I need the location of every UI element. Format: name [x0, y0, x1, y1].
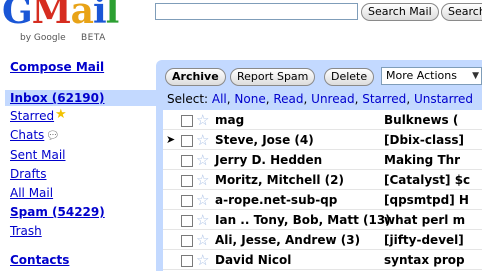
message-checkbox[interactable]	[181, 155, 193, 167]
sidebar-item-trash[interactable]: Trash	[10, 224, 42, 238]
message-row[interactable]: ➤ ☆ Steve, Jose (4) [Dbix-class]	[163, 130, 482, 150]
message-checkbox[interactable]	[181, 135, 193, 147]
star-toggle-icon[interactable]: ☆	[196, 171, 209, 189]
search-input[interactable]	[155, 3, 358, 20]
sidebar-item-starred[interactable]: Starred	[10, 109, 54, 123]
message-list: ☆ mag Bulknews ( ➤ ☆ Steve, Jose (4) [Dbix-cla…	[163, 110, 482, 271]
message-subject: [qpsmtpd] H	[384, 193, 469, 207]
message-subject: syntax prop	[384, 253, 465, 267]
star-toggle-icon[interactable]: ☆	[196, 151, 209, 169]
more-actions-dropdown[interactable]: More Actions ▼	[381, 67, 482, 85]
select-prefix: Select:	[167, 92, 209, 106]
message-subject: [Catalyst] $c	[384, 173, 471, 187]
star-toggle-icon[interactable]: ☆	[196, 131, 209, 149]
sidebar-item-spam[interactable]: Spam (54229)	[10, 205, 105, 219]
message-checkbox[interactable]	[181, 255, 193, 267]
message-sender: Moritz, Mitchell (2)	[215, 173, 344, 187]
logo-wordmark: GMail	[2, 0, 119, 32]
message-row[interactable]: ☆ mag Bulknews (	[163, 110, 482, 130]
select-read-link[interactable]: Read	[273, 92, 303, 106]
message-row[interactable]: ☆ Ali, Jesse, Andrew (3) [jifty-devel]	[163, 230, 482, 250]
current-message-arrow-icon: ➤	[166, 133, 176, 146]
dropdown-arrow-icon: ▼	[472, 71, 479, 81]
select-starred-link[interactable]: Starred	[362, 92, 406, 106]
beta-label: BETA	[81, 33, 106, 43]
message-row[interactable]: ☆ Jerry D. Hedden Making Thr	[163, 150, 482, 170]
star-toggle-icon[interactable]: ☆	[196, 231, 209, 249]
sidebar-item-inbox[interactable]: Inbox (62190)	[10, 91, 104, 105]
sidebar-item-all-mail[interactable]: All Mail	[10, 186, 53, 200]
message-checkbox[interactable]	[181, 215, 193, 227]
logo-byline: by Google	[20, 33, 66, 43]
message-row[interactable]: ☆ Moritz, Mitchell (2) [Catalyst] $c	[163, 170, 482, 190]
chat-bubble-icon: 💬︎	[46, 129, 60, 142]
sidebar-item-chats[interactable]: Chats	[10, 128, 44, 142]
select-all-link[interactable]: All	[212, 92, 227, 106]
message-sender: Jerry D. Hedden	[215, 153, 323, 167]
sidebar-item-sent-mail[interactable]: Sent Mail	[10, 148, 66, 162]
message-subject: what perl m	[384, 213, 466, 227]
compose-mail-link[interactable]: Compose Mail	[10, 60, 104, 74]
message-checkbox[interactable]	[181, 235, 193, 247]
search-web-button[interactable]: Search	[441, 3, 482, 21]
message-sender: mag	[215, 113, 245, 127]
message-sender: Ali, Jesse, Andrew (3)	[215, 233, 361, 247]
star-toggle-icon[interactable]: ☆	[196, 191, 209, 209]
message-subject: Making Thr	[384, 153, 461, 167]
select-unread-link[interactable]: Unread	[311, 92, 354, 106]
message-checkbox[interactable]	[181, 195, 193, 207]
select-none-link[interactable]: None	[234, 92, 265, 106]
report-spam-button[interactable]: Report Spam	[230, 68, 316, 86]
contacts-link[interactable]: Contacts	[10, 253, 69, 267]
message-sender: a-rope.net-sub-qp	[215, 193, 338, 207]
sidebar-item-drafts[interactable]: Drafts	[10, 167, 47, 181]
archive-button[interactable]: Archive	[165, 68, 226, 86]
message-row[interactable]: ☆ David Nicol syntax prop	[163, 250, 482, 270]
message-sender: David Nicol	[215, 253, 292, 267]
select-unstarred-link[interactable]: Unstarred	[414, 92, 473, 106]
more-actions-label: More Actions	[386, 69, 457, 82]
star-toggle-icon[interactable]: ☆	[196, 211, 209, 229]
message-subject: [jifty-devel]	[384, 233, 464, 247]
gold-star-icon: ★	[55, 107, 67, 122]
gmail-logo[interactable]: GMail by Google BETA	[2, 0, 130, 48]
message-sender: Steve, Jose (4)	[215, 133, 314, 147]
star-toggle-icon[interactable]: ☆	[196, 111, 209, 129]
message-row[interactable]: ☆ a-rope.net-sub-qp [qpsmtpd] H	[163, 190, 482, 210]
message-checkbox[interactable]	[181, 115, 193, 127]
message-subject: [Dbix-class]	[384, 133, 464, 147]
message-subject: Bulknews (	[384, 113, 459, 127]
delete-button[interactable]: Delete	[324, 68, 375, 86]
star-toggle-icon[interactable]: ☆	[196, 251, 209, 269]
select-bar: Select: All, None, Read, Unread, Starred…	[167, 92, 474, 106]
message-checkbox[interactable]	[181, 175, 193, 187]
message-sender: Ian .. Tony, Bob, Matt (13)	[215, 213, 391, 227]
message-row[interactable]: ☆ Ian .. Tony, Bob, Matt (13) what perl m	[163, 210, 482, 230]
search-mail-button[interactable]: Search Mail	[361, 3, 439, 21]
